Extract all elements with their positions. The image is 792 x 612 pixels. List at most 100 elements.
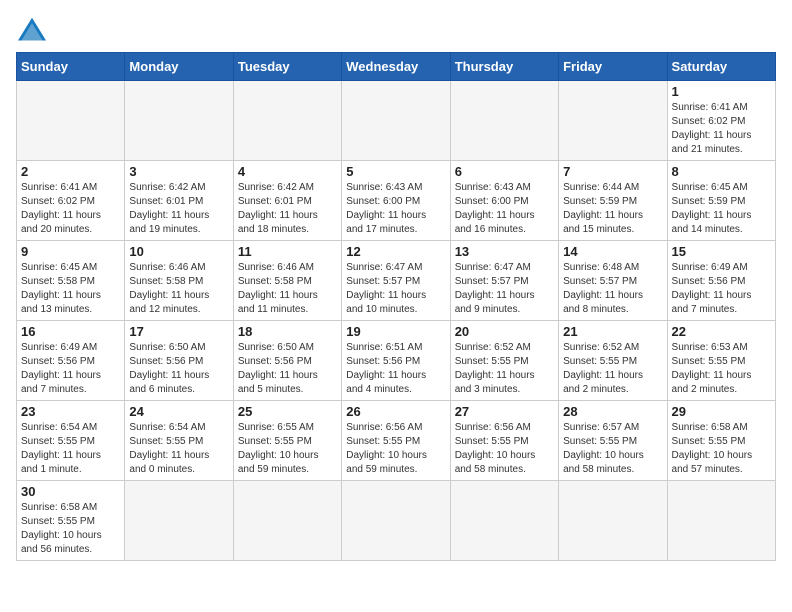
- day-number: 22: [672, 324, 771, 339]
- calendar-cell: 25 Sunrise: 6:55 AM Sunset: 5:55 PM Dayli…: [233, 401, 341, 481]
- weekday-header-saturday: Saturday: [667, 53, 775, 81]
- calendar-cell: [17, 81, 125, 161]
- day-info: Sunrise: 6:50 AM Sunset: 5:56 PM Dayligh…: [129, 341, 228, 397]
- day-number: 7: [563, 164, 662, 179]
- day-number: 8: [672, 164, 771, 179]
- day-info: Sunrise: 6:54 AM Sunset: 5:55 PM Dayligh…: [21, 421, 120, 477]
- weekday-header-thursday: Thursday: [450, 53, 558, 81]
- day-number: 23: [21, 404, 120, 419]
- week-row-3: 9Sunrise: 6:45 AM Sunset: 5:58 PM Daylig…: [17, 241, 776, 321]
- calendar-cell: 15 Sunrise: 6:49 AM Sunset: 5:56 PM Dayli…: [667, 241, 775, 321]
- day-info: Sunrise: 6:46 AM Sunset: 5:58 PM Dayligh…: [129, 261, 228, 317]
- calendar-table: SundayMondayTuesdayWednesdayThursdayFrid…: [16, 52, 776, 561]
- week-row-2: 2 Sunrise: 6:41 AM Sunset: 6:02 PM Daylig…: [17, 161, 776, 241]
- day-number: 19: [346, 324, 445, 339]
- day-info: Sunrise: 6:49 AM Sunset: 5:56 PM Dayligh…: [21, 341, 120, 397]
- day-info: Sunrise: 6:52 AM Sunset: 5:55 PM Dayligh…: [455, 341, 554, 397]
- day-number: 21: [563, 324, 662, 339]
- day-info: Sunrise: 6:50 AM Sunset: 5:56 PM Dayligh…: [238, 341, 337, 397]
- day-info: Sunrise: 6:54 AM Sunset: 5:55 PM Dayligh…: [129, 421, 228, 477]
- day-info: Sunrise: 6:43 AM Sunset: 6:00 PM Dayligh…: [346, 181, 445, 237]
- calendar-cell: [559, 481, 667, 561]
- day-number: 3: [129, 164, 228, 179]
- calendar-cell: [450, 81, 558, 161]
- page-header: [16, 16, 776, 44]
- calendar-cell: 26 Sunrise: 6:56 AM Sunset: 5:55 PM Dayli…: [342, 401, 450, 481]
- week-row-1: 1 Sunrise: 6:41 AM Sunset: 6:02 PM Daylig…: [17, 81, 776, 161]
- day-number: 27: [455, 404, 554, 419]
- day-number: 13: [455, 244, 554, 259]
- day-number: 28: [563, 404, 662, 419]
- day-info: Sunrise: 6:51 AM Sunset: 5:56 PM Dayligh…: [346, 341, 445, 397]
- weekday-header-friday: Friday: [559, 53, 667, 81]
- calendar-cell: [559, 81, 667, 161]
- calendar-cell: 21 Sunrise: 6:52 AM Sunset: 5:55 PM Dayli…: [559, 321, 667, 401]
- calendar-cell: 19 Sunrise: 6:51 AM Sunset: 5:56 PM Dayli…: [342, 321, 450, 401]
- calendar-cell: [450, 481, 558, 561]
- calendar-cell: 30 Sunrise: 6:58 AM Sunset: 5:55 PM Dayli…: [17, 481, 125, 561]
- calendar-cell: [125, 81, 233, 161]
- weekday-header-sunday: Sunday: [17, 53, 125, 81]
- day-number: 15: [672, 244, 771, 259]
- week-row-4: 16Sunrise: 6:49 AM Sunset: 5:56 PM Dayli…: [17, 321, 776, 401]
- calendar-cell: 14 Sunrise: 6:48 AM Sunset: 5:57 PM Dayli…: [559, 241, 667, 321]
- day-info: Sunrise: 6:47 AM Sunset: 5:57 PM Dayligh…: [455, 261, 554, 317]
- day-number: 25: [238, 404, 337, 419]
- calendar-cell: [667, 481, 775, 561]
- day-info: Sunrise: 6:57 AM Sunset: 5:55 PM Dayligh…: [563, 421, 662, 477]
- day-number: 12: [346, 244, 445, 259]
- calendar-cell: 24 Sunrise: 6:54 AM Sunset: 5:55 PM Dayli…: [125, 401, 233, 481]
- day-number: 5: [346, 164, 445, 179]
- day-info: Sunrise: 6:55 AM Sunset: 5:55 PM Dayligh…: [238, 421, 337, 477]
- day-info: Sunrise: 6:41 AM Sunset: 6:02 PM Dayligh…: [672, 101, 771, 157]
- day-number: 4: [238, 164, 337, 179]
- calendar-cell: 20 Sunrise: 6:52 AM Sunset: 5:55 PM Dayli…: [450, 321, 558, 401]
- calendar-cell: 9Sunrise: 6:45 AM Sunset: 5:58 PM Daylig…: [17, 241, 125, 321]
- day-info: Sunrise: 6:47 AM Sunset: 5:57 PM Dayligh…: [346, 261, 445, 317]
- day-info: Sunrise: 6:49 AM Sunset: 5:56 PM Dayligh…: [672, 261, 771, 317]
- calendar-cell: 7 Sunrise: 6:44 AM Sunset: 5:59 PM Daylig…: [559, 161, 667, 241]
- calendar-cell: 4Sunrise: 6:42 AM Sunset: 6:01 PM Daylig…: [233, 161, 341, 241]
- day-info: Sunrise: 6:52 AM Sunset: 5:55 PM Dayligh…: [563, 341, 662, 397]
- calendar-cell: 10 Sunrise: 6:46 AM Sunset: 5:58 PM Dayli…: [125, 241, 233, 321]
- day-number: 11: [238, 244, 337, 259]
- calendar-cell: 27Sunrise: 6:56 AM Sunset: 5:55 PM Dayli…: [450, 401, 558, 481]
- calendar-cell: [342, 481, 450, 561]
- calendar-cell: 28 Sunrise: 6:57 AM Sunset: 5:55 PM Dayli…: [559, 401, 667, 481]
- weekday-header-row: SundayMondayTuesdayWednesdayThursdayFrid…: [17, 53, 776, 81]
- calendar-cell: [233, 81, 341, 161]
- calendar-cell: 16Sunrise: 6:49 AM Sunset: 5:56 PM Dayli…: [17, 321, 125, 401]
- week-row-5: 23 Sunrise: 6:54 AM Sunset: 5:55 PM Dayli…: [17, 401, 776, 481]
- day-info: Sunrise: 6:48 AM Sunset: 5:57 PM Dayligh…: [563, 261, 662, 317]
- day-info: Sunrise: 6:58 AM Sunset: 5:55 PM Dayligh…: [672, 421, 771, 477]
- day-number: 29: [672, 404, 771, 419]
- day-number: 10: [129, 244, 228, 259]
- day-number: 1: [672, 84, 771, 99]
- generalblue-logo-icon: [16, 16, 48, 44]
- calendar-cell: 23 Sunrise: 6:54 AM Sunset: 5:55 PM Dayli…: [17, 401, 125, 481]
- week-row-6: 30 Sunrise: 6:58 AM Sunset: 5:55 PM Dayli…: [17, 481, 776, 561]
- day-number: 26: [346, 404, 445, 419]
- calendar-cell: 18Sunrise: 6:50 AM Sunset: 5:56 PM Dayli…: [233, 321, 341, 401]
- day-number: 14: [563, 244, 662, 259]
- day-info: Sunrise: 6:43 AM Sunset: 6:00 PM Dayligh…: [455, 181, 554, 237]
- day-number: 20: [455, 324, 554, 339]
- day-number: 6: [455, 164, 554, 179]
- calendar-cell: 13 Sunrise: 6:47 AM Sunset: 5:57 PM Dayli…: [450, 241, 558, 321]
- day-info: Sunrise: 6:58 AM Sunset: 5:55 PM Dayligh…: [21, 501, 120, 557]
- day-number: 2: [21, 164, 120, 179]
- calendar-cell: [342, 81, 450, 161]
- day-number: 30: [21, 484, 120, 499]
- calendar-cell: [125, 481, 233, 561]
- weekday-header-tuesday: Tuesday: [233, 53, 341, 81]
- day-info: Sunrise: 6:44 AM Sunset: 5:59 PM Dayligh…: [563, 181, 662, 237]
- day-number: 24: [129, 404, 228, 419]
- calendar-cell: 8Sunrise: 6:45 AM Sunset: 5:59 PM Daylig…: [667, 161, 775, 241]
- weekday-header-monday: Monday: [125, 53, 233, 81]
- day-info: Sunrise: 6:41 AM Sunset: 6:02 PM Dayligh…: [21, 181, 120, 237]
- day-info: Sunrise: 6:46 AM Sunset: 5:58 PM Dayligh…: [238, 261, 337, 317]
- day-info: Sunrise: 6:56 AM Sunset: 5:55 PM Dayligh…: [346, 421, 445, 477]
- calendar-cell: 3Sunrise: 6:42 AM Sunset: 6:01 PM Daylig…: [125, 161, 233, 241]
- day-number: 17: [129, 324, 228, 339]
- calendar-cell: 29 Sunrise: 6:58 AM Sunset: 5:55 PM Dayli…: [667, 401, 775, 481]
